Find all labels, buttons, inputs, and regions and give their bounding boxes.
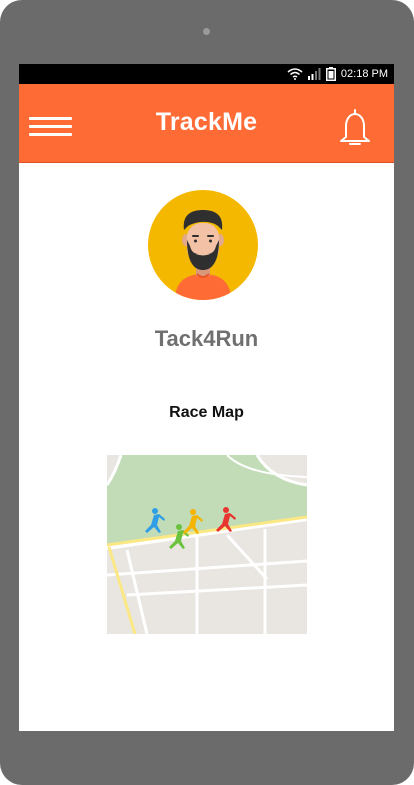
app-bar: TrackMe [19,84,394,163]
signal-icon [307,68,321,80]
race-map[interactable] [107,455,307,634]
app-screen: 02:18 PM TrackMe Tack4Run Race Map [19,64,394,731]
bell-icon[interactable] [337,108,373,148]
status-bar: 02:18 PM [19,64,394,84]
wifi-icon [287,68,303,80]
bearded-man-avatar-icon [175,210,231,300]
username: Tack4Run [154,326,259,351]
front-camera [203,28,210,35]
device-frame: 02:18 PM TrackMe Tack4Run Race Map [0,0,414,785]
avatar [148,190,258,300]
status-time: 02:18 PM [340,68,388,80]
race-map-title: Race Map [169,404,244,421]
battery-icon [325,67,336,81]
